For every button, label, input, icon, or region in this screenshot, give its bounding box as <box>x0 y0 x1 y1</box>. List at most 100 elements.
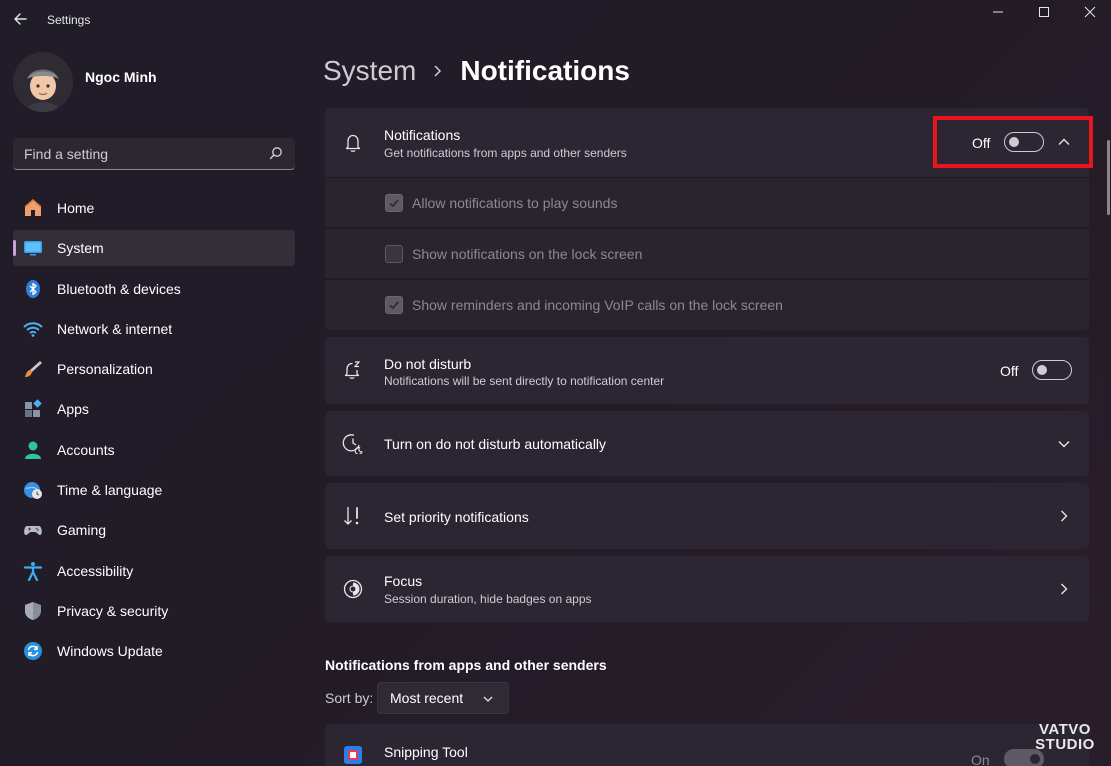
dnd-automatic-card[interactable]: Turn on do not disturb automatically <box>325 411 1089 476</box>
sidebar-item-privacy[interactable]: Privacy & security <box>13 593 295 629</box>
play-sounds-label: Allow notifications to play sounds <box>412 195 618 211</box>
apps-section-heading: Notifications from apps and other sender… <box>325 657 607 673</box>
bell-icon <box>342 132 364 154</box>
do-not-disturb-card: Do not disturb Notifications will be sen… <box>325 337 1089 404</box>
snipping-tool-toggle-state: On <box>971 752 990 766</box>
focus-card[interactable]: Focus Session duration, hide badges on a… <box>325 556 1089 622</box>
home-icon <box>23 198 43 218</box>
focus-title: Focus <box>384 573 423 589</box>
focus-subtitle: Session duration, hide badges on apps <box>384 592 592 606</box>
sidebar-item-label: System <box>57 240 104 257</box>
sidebar-item-label: Personalization <box>57 361 153 378</box>
breadcrumb: System Notifications <box>323 53 630 89</box>
minimize-icon <box>993 11 1003 13</box>
sidebar-item-network[interactable]: Network & internet <box>13 311 295 347</box>
profile-name: Ngoc Minh <box>85 69 157 85</box>
sidebar-item-label: Accounts <box>57 441 115 458</box>
sort-value: Most recent <box>390 690 464 706</box>
clock-moon-icon <box>342 432 364 454</box>
sidebar-item-accessibility[interactable]: Accessibility <box>13 553 295 589</box>
page-title: Notifications <box>460 55 630 86</box>
toggle-knob <box>1037 365 1047 375</box>
sidebar-item-label: Accessibility <box>57 562 134 579</box>
dnd-subtitle: Notifications will be sent directly to n… <box>384 374 665 388</box>
minimize-button[interactable] <box>975 0 1021 24</box>
back-button[interactable] <box>10 8 32 30</box>
settings-window: Settings Ngoc Minh Find a setting Home S… <box>0 0 1111 766</box>
sidebar-item-label: Network & internet <box>57 320 173 337</box>
play-sounds-checkbox[interactable] <box>385 194 403 212</box>
reminders-voip-checkbox[interactable] <box>385 296 403 314</box>
lock-screen-label: Show notifications on the lock screen <box>412 246 643 262</box>
snipping-tool-icon <box>342 744 364 766</box>
title-bar: Settings <box>0 0 1111 40</box>
accessibility-icon <box>23 561 43 581</box>
checkmark-icon <box>389 301 399 310</box>
watermark-line1: VATVO <box>1039 721 1091 738</box>
search-input[interactable] <box>24 145 264 162</box>
app-title: Settings <box>47 13 91 27</box>
back-arrow-icon <box>14 13 27 25</box>
close-icon <box>1084 6 1096 18</box>
system-icon <box>23 238 43 258</box>
highlight-box <box>933 116 1093 168</box>
lock-screen-checkbox[interactable] <box>385 245 403 263</box>
option-lock-screen: Show notifications on the lock screen <box>325 228 1089 278</box>
apps-icon <box>23 399 43 419</box>
notifications-title: Notifications <box>384 127 461 143</box>
notifications-subtitle: Get notifications from apps and other se… <box>384 146 627 160</box>
sidebar-item-label: Privacy & security <box>57 602 169 619</box>
sort-dropdown[interactable]: Most recent <box>377 682 509 714</box>
sidebar-item-home[interactable]: Home <box>13 190 295 226</box>
focus-icon <box>342 578 364 600</box>
sidebar-item-accounts[interactable]: Accounts <box>13 432 295 468</box>
sidebar-item-bluetooth[interactable]: Bluetooth & devices <box>13 271 295 307</box>
close-button[interactable] <box>1067 0 1111 24</box>
wifi-icon <box>23 319 43 339</box>
accounts-icon <box>23 440 43 460</box>
scrollbar[interactable] <box>1107 140 1110 215</box>
app-row-snipping-tool[interactable]: Snipping Tool On <box>325 724 1089 766</box>
dnd-toggle[interactable] <box>1032 360 1072 380</box>
sidebar-item-label: Home <box>57 200 95 216</box>
breadcrumb-chevron-icon <box>432 64 444 78</box>
sidebar-item-label: Bluetooth & devices <box>57 280 181 297</box>
shield-icon <box>23 601 43 621</box>
avatar-image <box>13 52 73 112</box>
search-box[interactable] <box>13 138 295 170</box>
sidebar-item-personalization[interactable]: Personalization <box>13 351 295 387</box>
watermark-logo: VATVO STUDIO <box>1030 722 1100 752</box>
option-play-sounds: Allow notifications to play sounds <box>325 177 1089 227</box>
sidebar-item-label: Apps <box>57 401 89 418</box>
maximize-icon <box>1039 7 1049 17</box>
sidebar-item-windows-update[interactable]: Windows Update <box>13 633 295 669</box>
maximize-button[interactable] <box>1021 0 1067 24</box>
snipping-tool-name: Snipping Tool <box>384 744 468 760</box>
sidebar-item-system[interactable]: System <box>13 230 295 267</box>
search-icon[interactable] <box>269 146 283 160</box>
watermark-line2: STUDIO <box>1035 736 1095 753</box>
bluetooth-icon <box>23 279 43 299</box>
sidebar-item-label: Windows Update <box>57 643 163 660</box>
option-reminders-voip: Show reminders and incoming VoIP calls o… <box>325 279 1089 330</box>
sidebar-item-apps[interactable]: Apps <box>13 391 295 427</box>
avatar[interactable] <box>13 52 73 112</box>
dnd-toggle-state: Off <box>1000 363 1019 379</box>
sidebar-item-gaming[interactable]: Gaming <box>13 512 295 548</box>
sidebar-item-time-language[interactable]: Time & language <box>13 472 295 508</box>
sidebar-item-label: Gaming <box>57 522 107 539</box>
chevron-right-icon[interactable] <box>1057 582 1071 596</box>
chevron-right-icon[interactable] <box>1057 509 1071 523</box>
bell-snooze-icon <box>342 359 364 381</box>
priority-notifications-card[interactable]: Set priority notifications <box>325 483 1089 549</box>
toggle-knob <box>1030 754 1040 764</box>
chevron-down-icon <box>483 696 493 702</box>
sort-label: Sort by: <box>325 690 374 706</box>
gamepad-icon <box>23 520 43 540</box>
reminders-voip-label: Show reminders and incoming VoIP calls o… <box>412 297 783 313</box>
breadcrumb-parent[interactable]: System <box>323 55 416 87</box>
sidebar-nav: Home System Bluetooth & devices Network … <box>13 190 295 674</box>
chevron-down-icon[interactable] <box>1057 437 1071 451</box>
sidebar-item-label: Time & language <box>57 482 163 499</box>
brush-icon <box>23 359 43 379</box>
